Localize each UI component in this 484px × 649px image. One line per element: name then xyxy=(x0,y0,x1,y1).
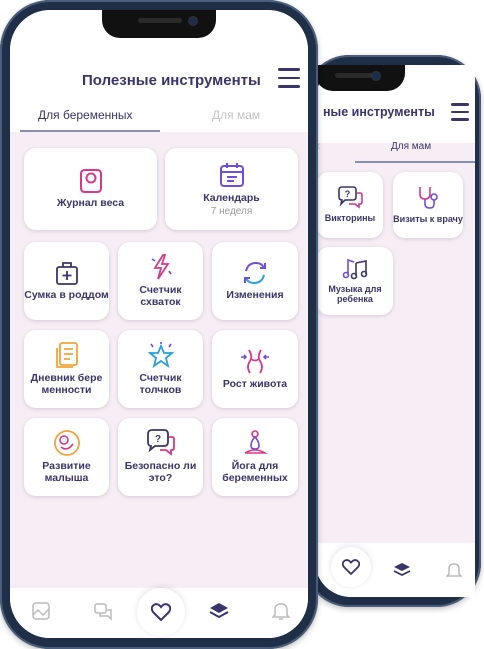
back-tab-moms[interactable]: Для мам xyxy=(391,141,431,152)
belly-icon xyxy=(241,349,269,374)
refresh-icon xyxy=(244,262,266,285)
layers-icon xyxy=(393,563,411,577)
tab-chat-button[interactable] xyxy=(90,598,116,624)
back-phone-screen: ные инструменты х Для мам ? Викторины Ви… xyxy=(315,65,475,597)
scale-icon xyxy=(79,169,102,194)
tab-indicator xyxy=(20,130,160,132)
tab-image-button[interactable] xyxy=(28,598,54,624)
star-icon xyxy=(147,342,174,369)
front-camera xyxy=(188,16,198,26)
bell-icon xyxy=(446,563,462,577)
front-phone-screen: Полезные инструменты Для беременных Для … xyxy=(10,10,308,638)
lightning-icon xyxy=(151,254,172,280)
card-label: Счетчик толчков xyxy=(139,372,182,396)
back-notch xyxy=(315,65,405,91)
menu-icon[interactable] xyxy=(451,103,469,121)
card-label: Визиты к врачу xyxy=(393,214,463,225)
tab-bell-button[interactable] xyxy=(268,598,294,624)
card-baby-music[interactable]: Музыка для ребенка xyxy=(317,247,393,315)
tab-heart-button[interactable] xyxy=(137,588,185,636)
tab-pregnant[interactable]: Для беременных xyxy=(38,108,133,122)
heart-icon xyxy=(342,559,360,575)
card-belly-growth[interactable]: Рост живота xyxy=(212,330,298,408)
card-label: Рост живота xyxy=(222,378,288,391)
image-icon xyxy=(32,602,50,620)
front-phone: Полезные инструменты Для беременных Для … xyxy=(0,0,318,649)
tab-layers-button[interactable] xyxy=(206,598,232,624)
front-speaker xyxy=(138,18,182,23)
card-label: Журнал веса xyxy=(56,197,125,210)
card-doctor-visits[interactable]: Визиты к врачу xyxy=(393,172,463,238)
card-kick-counter[interactable]: Счетчик толчков xyxy=(118,330,203,408)
front-notch xyxy=(102,10,216,38)
svg-text:?: ? xyxy=(345,189,351,199)
card-label: Йога для беременных xyxy=(222,460,288,484)
bell-icon xyxy=(272,603,290,620)
card-label: Развитие малыша xyxy=(42,460,91,484)
back-camera xyxy=(371,71,381,81)
card-contraction-counter[interactable]: Счетчик схваток xyxy=(118,242,203,320)
music-note-icon xyxy=(342,258,368,280)
chat-icon xyxy=(94,603,112,621)
card-label: Счетчик схваток xyxy=(139,284,182,308)
card-baby-development[interactable]: Развитие малыша xyxy=(24,418,109,496)
back-layers-button[interactable] xyxy=(391,559,413,581)
baby-icon xyxy=(53,430,80,457)
stethoscope-icon xyxy=(419,187,438,209)
svg-text:?: ? xyxy=(154,434,160,445)
quiz-bubble-icon: ? xyxy=(146,429,175,457)
card-prenatal-yoga[interactable]: Йога для беременных xyxy=(212,418,298,496)
back-heart-button[interactable] xyxy=(331,547,371,587)
card-label: Сумка в роддом xyxy=(24,289,109,302)
card-calendar[interactable]: Календарь 7 неделя xyxy=(165,148,298,230)
tab-moms[interactable]: Для мам xyxy=(212,108,260,122)
layers-icon xyxy=(209,603,229,619)
card-label: Календарь xyxy=(203,191,260,204)
heart-icon xyxy=(151,603,171,621)
back-bell-button[interactable] xyxy=(443,559,465,581)
back-phone: ные инструменты х Для мам ? Викторины Ви… xyxy=(305,55,481,607)
card-changes[interactable]: Изменения xyxy=(212,242,298,320)
card-weight-journal[interactable]: Журнал веса xyxy=(24,148,157,230)
menu-icon[interactable] xyxy=(278,68,300,88)
back-tab-indicator xyxy=(355,161,475,163)
card-quiz[interactable]: ? Викторины xyxy=(317,172,383,238)
calendar-icon xyxy=(219,162,244,187)
card-label: Изменения xyxy=(226,289,284,302)
card-label: Музыка для ребенка xyxy=(328,284,382,304)
card-label: Безопасно ли это? xyxy=(124,460,197,484)
quiz-bubble-icon: ? xyxy=(338,186,363,209)
back-page-title: ные инструменты xyxy=(323,105,435,119)
page-title: Полезные инструменты xyxy=(82,72,261,89)
card-pregnancy-diary[interactable]: Дневник бере менности xyxy=(24,330,109,408)
card-is-it-safe[interactable]: ? Безопасно ли это? xyxy=(118,418,203,496)
card-label: Викторины xyxy=(324,213,376,224)
calendar-week: 7 неделя xyxy=(210,206,253,218)
card-maternity-bag[interactable]: Сумка в роддом xyxy=(24,242,109,320)
card-label: Дневник бере менности xyxy=(30,372,103,396)
medical-bag-icon xyxy=(55,262,78,286)
diary-icon xyxy=(55,342,78,369)
yoga-icon xyxy=(244,430,268,455)
